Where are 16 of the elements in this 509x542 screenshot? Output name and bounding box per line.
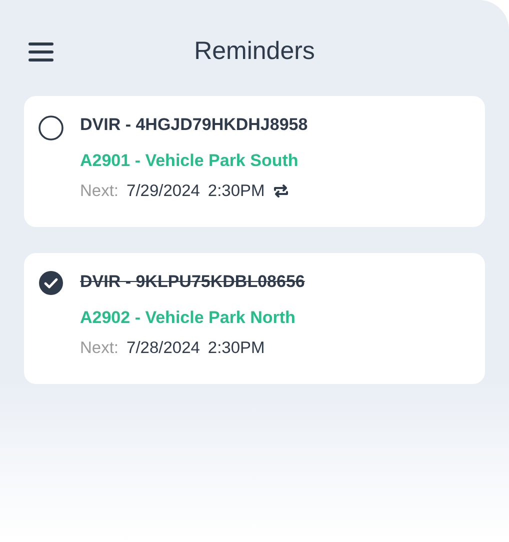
menu-icon[interactable] <box>28 42 54 62</box>
time-text: 2:30PM <box>208 338 265 359</box>
reminder-title: DVIR - 9KLPU75KDBL08656 <box>80 271 305 293</box>
reminder-card[interactable]: DVIR - 9KLPU75KDBL08656 A2902 - Vehicle Park North Next: 7/28/2024 2:30PM <box>24 253 485 384</box>
time-text: 2:30PM <box>208 181 265 202</box>
next-label: Next: <box>80 338 119 359</box>
reminder-card[interactable]: DVIR - 4HGJD79HKDHJ8958 A2901 - Vehicle Park South Next: 7/29/2024 2:30PM <box>24 96 485 227</box>
location-text: A2902 - Vehicle Park North <box>80 307 296 329</box>
location-text: A2901 - Vehicle Park South <box>80 150 300 172</box>
checkbox-circle[interactable] <box>38 115 64 141</box>
checked-circle-icon[interactable] <box>38 270 64 296</box>
date-text: 7/28/2024 <box>126 338 200 359</box>
date-text: 7/29/2024 <box>126 181 200 202</box>
reminder-title: DVIR - 4HGJD79HKDHJ8958 <box>80 114 308 136</box>
next-label: Next: <box>80 181 119 202</box>
page-title: Reminders <box>194 37 315 65</box>
